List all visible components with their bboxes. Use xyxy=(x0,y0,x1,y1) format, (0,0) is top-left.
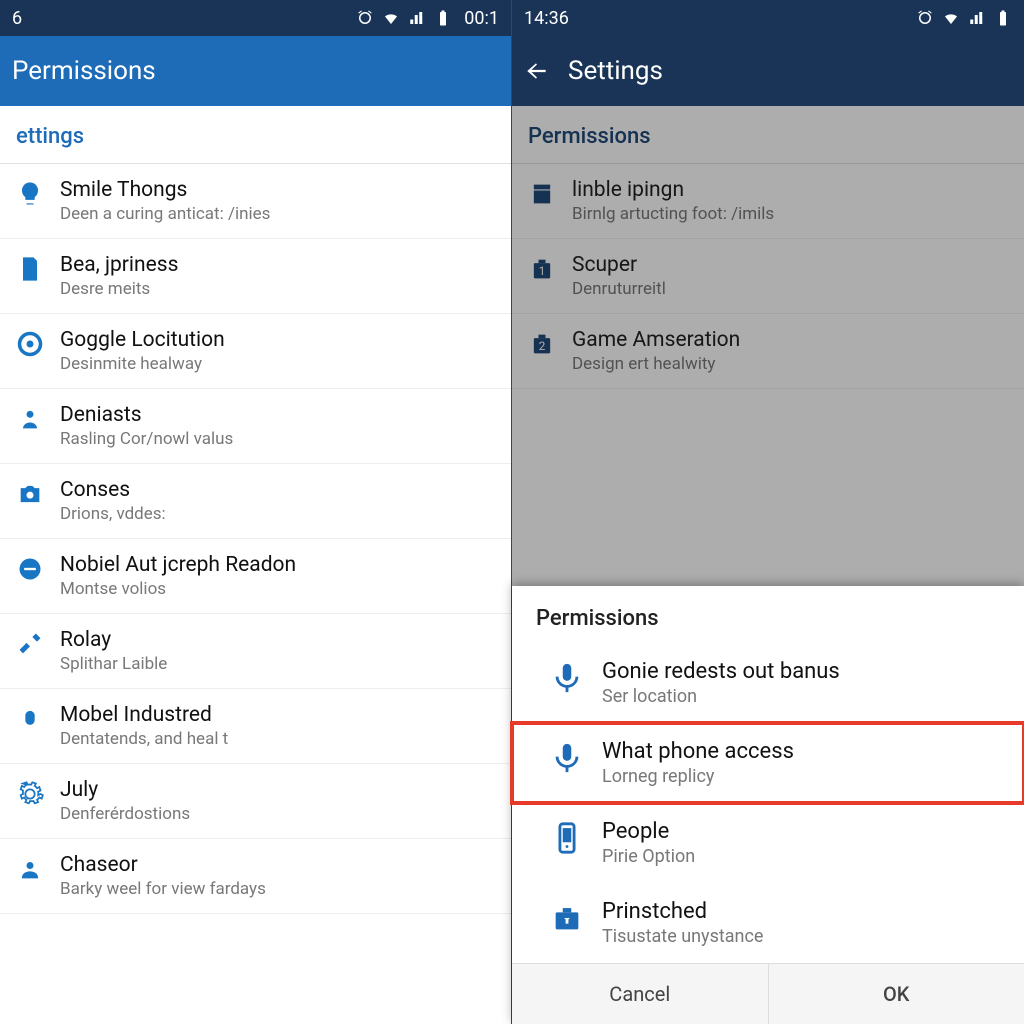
item-title: Prinstched xyxy=(602,899,1004,924)
gear-icon xyxy=(16,778,60,808)
sheet-title: Permissions xyxy=(512,586,1024,643)
minus-circle-icon xyxy=(16,553,60,583)
camera-icon xyxy=(16,478,60,508)
person-icon xyxy=(16,403,60,433)
cancel-button[interactable]: Cancel xyxy=(512,964,768,1024)
phone-left: 6 00:1 Permissions ettings Smile ThongsD… xyxy=(0,0,512,1024)
battery-icon xyxy=(994,9,1012,27)
list-item[interactable]: Smile ThongsDeen a curing anticat: /inie… xyxy=(0,164,511,239)
app-bar: Permissions xyxy=(0,36,511,106)
briefcase-icon xyxy=(532,899,602,935)
app-bar: Settings xyxy=(512,36,1024,106)
list-item[interactable]: Nobiel Aut jcreph ReadonMontse volios xyxy=(0,539,511,614)
list-item[interactable]: Mobel IndustredDentatends, and heal t xyxy=(0,689,511,764)
item-sub: Denferérdostions xyxy=(60,804,495,824)
item-sub: Splithar Laible xyxy=(60,654,495,674)
list-item[interactable]: Bea, jprinessDesre meits xyxy=(0,239,511,314)
item-title: Gonie redests out banus xyxy=(602,659,1004,684)
item-sub: Ser location xyxy=(602,686,1004,707)
item-title: Bea, jpriness xyxy=(60,253,495,277)
item-sub: Barky weel for view fardays xyxy=(60,879,495,899)
item-sub: Desinmite healway xyxy=(60,354,495,374)
section-header: ettings xyxy=(0,106,511,164)
item-sub: Pirie Option xyxy=(602,846,1004,867)
tools-icon xyxy=(16,628,60,658)
list-item[interactable]: ChaseorBarky weel for view fardays xyxy=(0,839,511,914)
wifi-icon xyxy=(382,9,400,27)
alarm-icon xyxy=(356,9,374,27)
sheet-actions: Cancel OK xyxy=(512,963,1024,1024)
list-item[interactable]: RolaySplithar Laible xyxy=(0,614,511,689)
status-time-right: 00:1 xyxy=(464,8,499,29)
item-sub: Drions, vddes: xyxy=(60,504,495,524)
item-sub: Montse volios xyxy=(60,579,495,599)
phone-icon xyxy=(532,819,602,855)
item-sub: Tisustate unystance xyxy=(602,926,1004,947)
sheet-item-highlighted[interactable]: What phone accessLorneg replicy xyxy=(512,723,1024,803)
status-bar: 14:36 xyxy=(512,0,1024,36)
settings-list[interactable]: Smile ThongsDeen a curing anticat: /inie… xyxy=(0,164,511,1024)
status-icons: 00:1 xyxy=(22,8,499,29)
list-item[interactable]: DeniastsRasling Cor/nowl valus xyxy=(0,389,511,464)
status-time-left: 6 xyxy=(12,8,22,29)
item-title: Goggle Locitution xyxy=(60,328,495,352)
item-title: Deniasts xyxy=(60,403,495,427)
location-icon xyxy=(16,328,60,358)
item-title: Smile Thongs xyxy=(60,178,495,202)
appbar-title: Permissions xyxy=(12,56,156,86)
microphone-icon xyxy=(532,659,602,695)
signal-icon xyxy=(968,9,986,27)
sheet-item[interactable]: PeoplePirie Option xyxy=(512,803,1024,883)
microphone-icon xyxy=(532,739,602,775)
item-sub: Rasling Cor/nowl valus xyxy=(60,429,495,449)
item-sub: Lorneg replicy xyxy=(602,766,1004,787)
phone-right: 14:36 Settings Permissions linble ipingn… xyxy=(512,0,1024,1024)
ok-button[interactable]: OK xyxy=(768,964,1024,1024)
item-sub: Desre meits xyxy=(60,279,495,299)
item-title: Nobiel Aut jcreph Readon xyxy=(60,553,495,577)
back-icon[interactable] xyxy=(524,58,550,84)
status-time-left: 14:36 xyxy=(524,8,569,29)
list-item[interactable]: Goggle LocitutionDesinmite healway xyxy=(0,314,511,389)
list-item[interactable]: ConsesDrions, vddes: xyxy=(0,464,511,539)
wifi-icon xyxy=(942,9,960,27)
status-icons xyxy=(569,9,1012,27)
item-title: Conses xyxy=(60,478,495,502)
contact-icon xyxy=(16,853,60,883)
alarm-icon xyxy=(916,9,934,27)
item-sub: Dentatends, and heal t xyxy=(60,729,495,749)
document-icon xyxy=(16,253,60,283)
list-item[interactable]: JulyDenferérdostions xyxy=(0,764,511,839)
item-title: People xyxy=(602,819,1004,844)
sheet-item[interactable]: Gonie redests out banusSer location xyxy=(512,643,1024,723)
item-title: Mobel Industred xyxy=(60,703,495,727)
bug-icon xyxy=(16,703,60,733)
signal-icon xyxy=(408,9,426,27)
appbar-title: Settings xyxy=(568,56,663,86)
item-title: Rolay xyxy=(60,628,495,652)
battery-icon xyxy=(434,9,452,27)
item-title: July xyxy=(60,778,495,802)
lightbulb-icon xyxy=(16,178,60,208)
item-sub: Deen a curing anticat: /inies xyxy=(60,204,495,224)
body: Permissions linble ipingnBirnlg artuctin… xyxy=(512,106,1024,1024)
sheet-item[interactable]: PrinstchedTisustate unystance xyxy=(512,883,1024,963)
status-bar: 6 00:1 xyxy=(0,0,511,36)
item-title: Chaseor xyxy=(60,853,495,877)
permissions-sheet: Permissions Gonie redests out banusSer l… xyxy=(512,586,1024,1024)
item-title: What phone access xyxy=(602,739,1004,764)
